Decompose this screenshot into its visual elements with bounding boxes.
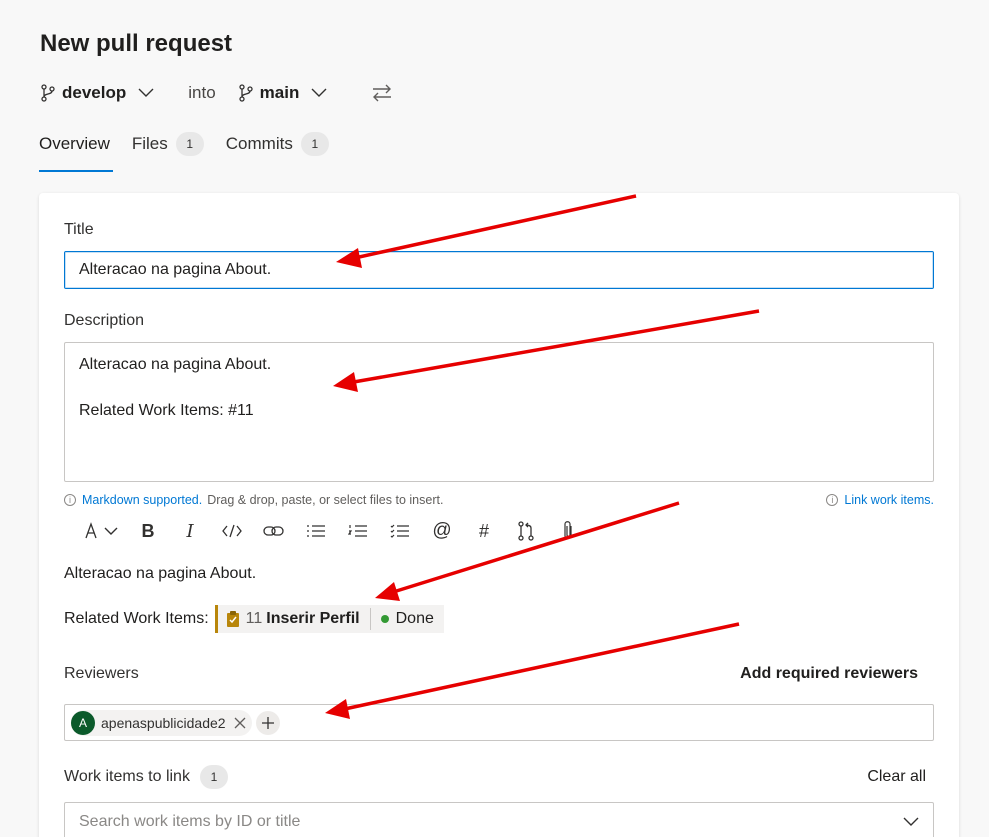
add-required-reviewers-button[interactable]: Add required reviewers <box>740 665 918 683</box>
hashtag-icon: # <box>478 520 489 541</box>
chip-divider <box>369 608 371 630</box>
pull-request-icon <box>518 521 534 541</box>
search-placeholder: Search work items by ID or title <box>79 813 301 830</box>
description-textarea[interactable]: Alteracao na pagina About. Related Work … <box>64 342 934 482</box>
tab-files-label: Files <box>131 134 168 153</box>
related-work-items-label: Related Work Items: <box>64 610 209 627</box>
work-item-id: 11 <box>245 610 263 627</box>
markdown-supported-link[interactable]: Markdown supported. <box>82 493 202 507</box>
markdown-hint-text: Drag & drop, paste, or select files to i… <box>207 493 444 507</box>
reviewers-label: Reviewers <box>64 665 139 682</box>
work-items-to-link-label: Work items to link <box>64 768 190 785</box>
tab-commits[interactable]: Commits 1 <box>226 130 329 158</box>
commits-count-badge: 1 <box>300 132 329 156</box>
info-icon: i <box>64 494 76 506</box>
tab-overview-label: Overview <box>39 134 110 153</box>
attach-button[interactable] <box>547 519 589 543</box>
work-item-state: Done <box>395 610 434 627</box>
into-label: into <box>188 83 216 102</box>
plus-icon <box>261 716 274 729</box>
mention-button[interactable]: @ <box>421 519 463 543</box>
close-icon[interactable] <box>234 717 246 729</box>
link-icon <box>263 526 284 536</box>
branch-icon <box>239 84 253 102</box>
link-button[interactable] <box>253 519 295 543</box>
hashtag-button[interactable]: # <box>463 519 505 543</box>
reviewer-chip[interactable]: A apenaspublicidade2 <box>71 709 252 736</box>
description-preview: Alteracao na pagina About. <box>64 565 257 582</box>
text-style-button[interactable] <box>75 519 127 543</box>
reviewers-field[interactable]: A apenaspublicidade2 <box>64 704 934 741</box>
target-branch-label: main <box>259 83 300 102</box>
task-board-icon <box>226 611 239 627</box>
title-input[interactable]: Alteracao na pagina About. <box>64 251 934 289</box>
reviewer-name: apenaspublicidade2 <box>101 714 226 731</box>
pull-request-form-card: Title Alteracao na pagina About. Descrip… <box>39 193 959 837</box>
files-count-badge: 1 <box>175 132 204 156</box>
italic-button[interactable]: I <box>169 519 211 543</box>
checklist-icon <box>390 524 409 538</box>
bulleted-list-icon <box>307 525 325 537</box>
target-branch-dropdown[interactable]: main <box>238 83 334 103</box>
add-reviewer-button[interactable] <box>255 710 280 735</box>
mention-icon: @ <box>432 520 452 541</box>
work-items-count-badge: 1 <box>199 765 228 789</box>
page-title: New pull request <box>40 30 233 57</box>
branch-selector-row: develop into main <box>40 80 393 106</box>
paperclip-icon <box>564 521 572 539</box>
swap-branches-icon[interactable] <box>371 84 393 102</box>
tab-files[interactable]: Files 1 <box>132 130 204 158</box>
title-label: Title <box>64 221 94 238</box>
work-items-to-link-header: Work items to link 1 <box>64 765 228 789</box>
text-style-icon <box>85 522 118 539</box>
link-work-items-label: Link work items. <box>844 493 934 507</box>
formatting-toolbar: B I @ # <box>75 519 589 543</box>
bold-icon: B <box>141 520 155 541</box>
checklist-button[interactable] <box>379 519 421 543</box>
branch-icon <box>41 84 55 102</box>
work-item-chip[interactable]: 11 Inserir Perfil Done <box>214 605 444 633</box>
markdown-hint-row: i Markdown supported. Drag & drop, paste… <box>64 493 934 507</box>
source-branch-dropdown[interactable]: develop <box>40 83 160 103</box>
tab-commits-label: Commits <box>225 134 293 153</box>
italic-icon: I <box>186 520 194 542</box>
chevron-down-icon[interactable] <box>903 817 919 827</box>
link-work-items-link[interactable]: i Link work items. <box>826 493 934 507</box>
description-line: Alteracao na pagina About. <box>79 356 272 373</box>
pull-request-mention-button[interactable] <box>505 519 547 543</box>
bold-button[interactable]: B <box>127 519 169 543</box>
chevron-down-icon <box>138 88 154 97</box>
done-status-dot <box>380 615 389 623</box>
code-button[interactable] <box>211 519 253 543</box>
source-branch-label: develop <box>62 83 127 102</box>
tab-bar: Overview Files 1 Commits 1 <box>39 130 351 158</box>
info-icon: i <box>826 494 839 506</box>
avatar: A <box>71 710 95 735</box>
chevron-down-icon <box>311 88 327 97</box>
active-tab-indicator <box>39 170 113 172</box>
description-label: Description <box>64 312 145 329</box>
numbered-list-icon <box>348 525 367 537</box>
numbered-list-button[interactable] <box>337 519 379 543</box>
tab-overview[interactable]: Overview <box>39 130 110 158</box>
work-item-search-input[interactable]: Search work items by ID or title <box>64 802 934 837</box>
work-item-title: Inserir Perfil <box>266 610 360 627</box>
clear-all-button[interactable]: Clear all <box>867 768 926 786</box>
related-work-items-row: Related Work Items: 11 Inserir Perfil Do… <box>64 604 444 634</box>
description-line: Related Work Items: #11 <box>79 402 254 419</box>
code-icon <box>222 524 242 538</box>
bulleted-list-button[interactable] <box>295 519 337 543</box>
